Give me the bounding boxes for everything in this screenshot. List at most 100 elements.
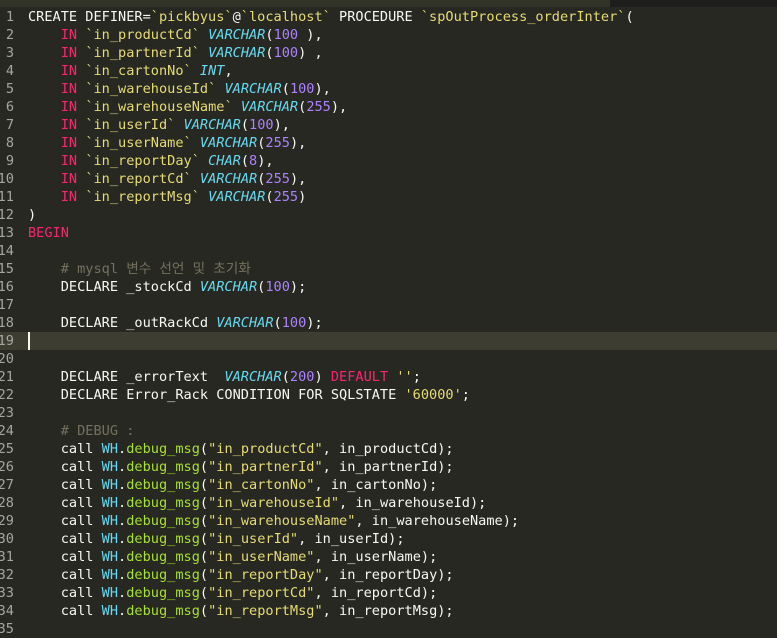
code-text: DECLARE _outRackCd	[28, 315, 217, 331]
string-token: `in_warehouseName`	[85, 99, 233, 115]
code-line[interactable]: 19	[0, 332, 777, 350]
code-line[interactable]: 33 call WH.debug_msg("in_reportCd", in_r…	[0, 584, 777, 602]
type-token: VARCHAR	[216, 315, 274, 331]
code-line[interactable]: 4 IN `in_cartonNo` INT,	[0, 62, 777, 80]
number-token: 100	[273, 45, 299, 61]
line-number: 35	[0, 621, 14, 637]
code-line[interactable]: 17	[0, 296, 777, 314]
code-line[interactable]: 35	[0, 620, 777, 638]
code-content: CREATE DEFINER=`pickbyus`@`localhost` PR…	[28, 8, 634, 26]
code-text: (	[273, 315, 282, 331]
line-number: 18	[0, 315, 14, 331]
code-text: );	[289, 279, 307, 295]
code-line[interactable]: 14	[0, 242, 777, 260]
object-token: WH	[101, 603, 119, 619]
code-line[interactable]: 13 BEGIN	[0, 224, 777, 242]
code-line[interactable]: 9 IN `in_reportDay` CHAR(8),	[0, 152, 777, 170]
code-content: call WH.debug_msg("in_reportCd", in_repo…	[28, 584, 438, 602]
code-content: IN `in_warehouseId` VARCHAR(100),	[28, 80, 331, 98]
code-line[interactable]: 28 call WH.debug_msg("in_warehouseId", i…	[0, 494, 777, 512]
code-content: BEGIN	[28, 224, 69, 242]
function-token: debug_msg	[126, 549, 200, 565]
code-line[interactable]: 12)	[0, 206, 777, 224]
string-token: `in_cartonNo`	[85, 63, 192, 79]
code-text: , in_userName);	[314, 549, 438, 565]
code-content: # DEBUG :	[28, 422, 135, 440]
code-line[interactable]: 34 call WH.debug_msg("in_reportMsg", in_…	[0, 602, 777, 620]
code-text: (	[199, 603, 209, 619]
code-line[interactable]: 23	[0, 404, 777, 422]
code-line[interactable]: 1 CREATE DEFINER=`pickbyus`@`localhost` P…	[0, 8, 777, 26]
code-line[interactable]: 20	[0, 350, 777, 368]
keyword-token: IN	[60, 45, 78, 61]
code-text: call	[28, 585, 102, 601]
code-text: DECLARE Error_Rack CONDITION FOR SQLSTAT…	[28, 387, 405, 403]
code-text: , in_userId);	[298, 531, 405, 547]
keyword-token: IN	[60, 189, 78, 205]
string-token: `in_userId`	[85, 117, 176, 133]
code-content: DECLARE Error_Rack CONDITION FOR SQLSTAT…	[28, 386, 470, 404]
code-line[interactable]: 25 call WH.debug_msg("in_productCd", in_…	[0, 440, 777, 458]
code-text: (	[199, 495, 209, 511]
code-line[interactable]: 15 # mysql 변수 선언 및 초기화	[0, 260, 777, 278]
string-token: "in_userId"	[208, 531, 299, 547]
string-token: "in_userName"	[208, 549, 315, 565]
object-token: WH	[101, 441, 119, 457]
line-number: 2	[5, 27, 14, 43]
code-line[interactable]: 16 DECLARE _stockCd VARCHAR(100);	[0, 278, 777, 296]
code-line[interactable]: 8 IN `in_userName` VARCHAR(255),	[0, 134, 777, 152]
code-line[interactable]: 18 DECLARE _outRackCd VARCHAR(100);	[0, 314, 777, 332]
code-line[interactable]: 3 IN `in_partnerId` VARCHAR(100) ,	[0, 44, 777, 62]
line-number: 29	[0, 513, 14, 529]
code-text: (	[281, 81, 290, 97]
code-line[interactable]: 29 call WH.debug_msg("in_warehouseName",…	[0, 512, 777, 530]
code-line[interactable]: 5 IN `in_warehouseId` VARCHAR(100),	[0, 80, 777, 98]
code-content: call WH.debug_msg("in_userName", in_user…	[28, 548, 438, 566]
code-text: call	[28, 531, 102, 547]
comment-token: # DEBUG :	[60, 423, 135, 439]
line-number: 34	[0, 603, 14, 619]
code-line[interactable]: 7 IN `in_userId` VARCHAR(100),	[0, 116, 777, 134]
code-content: call WH.debug_msg("in_productCd", in_pro…	[28, 440, 454, 458]
code-line[interactable]: 21 DECLARE _errorText VARCHAR(200) DEFAU…	[0, 368, 777, 386]
object-token: WH	[101, 477, 119, 493]
code-editor[interactable]: 1 CREATE DEFINER=`pickbyus`@`localhost` P…	[0, 8, 777, 638]
code-line[interactable]: 31 call WH.debug_msg("in_userName", in_u…	[0, 548, 777, 566]
code-content: # mysql 변수 선언 및 초기화	[28, 260, 251, 278]
code-text: (	[240, 153, 250, 169]
code-text: );	[306, 315, 323, 331]
code-line[interactable]: 2 IN `in_productCd` VARCHAR(100 ),	[0, 26, 777, 44]
code-line[interactable]: 22 DECLARE Error_Rack CONDITION FOR SQLS…	[0, 386, 777, 404]
line-number: 32	[0, 567, 14, 583]
code-text: , in_cartonNo);	[314, 477, 438, 493]
line-number: 26	[0, 459, 14, 475]
tab-bar	[0, 0, 777, 7]
code-content: DECLARE _errorText VARCHAR(200) DEFAULT …	[28, 368, 421, 386]
type-token: VARCHAR	[208, 189, 266, 205]
keyword-token: IN	[60, 81, 78, 97]
code-line[interactable]: 10 IN `in_reportCd` VARCHAR(255),	[0, 170, 777, 188]
line-number: 28	[0, 495, 14, 511]
code-text: @	[232, 9, 241, 25]
tab-strip[interactable]	[0, 0, 610, 7]
code-line[interactable]: 32 call WH.debug_msg("in_reportDay", in_…	[0, 566, 777, 584]
code-line[interactable]: 27 call WH.debug_msg("in_cartonNo", in_c…	[0, 476, 777, 494]
keyword-token: IN	[60, 99, 78, 115]
code-text: (	[199, 441, 209, 457]
code-line[interactable]: 26 call WH.debug_msg("in_partnerId", in_…	[0, 458, 777, 476]
code-content: IN `in_warehouseName` VARCHAR(255),	[28, 98, 348, 116]
code-line[interactable]: 11 IN `in_reportMsg` VARCHAR(255)	[0, 188, 777, 206]
code-text: ;	[412, 369, 421, 385]
code-line[interactable]: 30 call WH.debug_msg("in_userId", in_use…	[0, 530, 777, 548]
code-line[interactable]: 6 IN `in_warehouseName` VARCHAR(255),	[0, 98, 777, 116]
code-line[interactable]: 24 # DEBUG :	[0, 422, 777, 440]
object-token: WH	[101, 495, 119, 511]
line-number: 17	[0, 297, 14, 313]
number-token: 255	[265, 171, 290, 187]
number-token: 255	[273, 189, 299, 205]
code-text: ),	[289, 135, 307, 151]
